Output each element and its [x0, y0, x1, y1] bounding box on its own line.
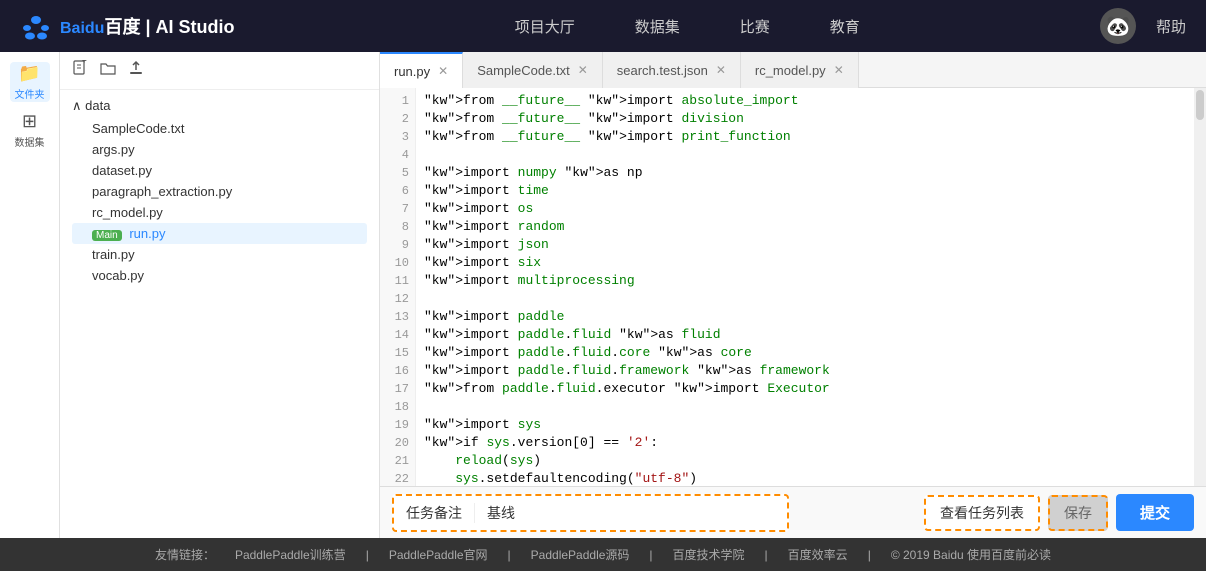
file-train[interactable]: train.py [72, 244, 367, 265]
tab-samplecode-close[interactable]: ✕ [578, 63, 588, 77]
svg-text:+: + [82, 60, 87, 65]
help-link[interactable]: 帮助 [1156, 16, 1186, 37]
header-right: 🐼 帮助 [1100, 8, 1186, 44]
tab-runpy-label: run.py [394, 64, 430, 79]
brand-name: Baidu [60, 20, 104, 37]
header: Baidu百度 | AI Studio 项目大厅 数据集 比赛 教育 🐼 帮助 [0, 0, 1206, 52]
file-rcmodel[interactable]: rc_model.py [72, 202, 367, 223]
file-panel: + ∧ data SampleCode.txt args.py dataset.… [60, 52, 380, 538]
nav-education[interactable]: 教育 [830, 16, 860, 37]
file-args[interactable]: args.py [72, 139, 367, 160]
code-editor[interactable]: 123456789101112131415161718192021222324 … [380, 88, 1206, 486]
tab-runpy-close[interactable]: ✕ [438, 64, 448, 78]
baidu-logo-icon [20, 10, 52, 42]
task-note-label: 任务备注 [394, 503, 475, 523]
file-vocab[interactable]: vocab.py [72, 265, 367, 286]
tab-rcmodel[interactable]: rc_model.py ✕ [741, 52, 859, 88]
nav-projects[interactable]: 项目大厅 [515, 16, 575, 37]
folder-icon: 📁 [18, 63, 40, 84]
file-paragraph[interactable]: paragraph_extraction.py [72, 181, 367, 202]
sidebar-dataset-label: 数据集 [15, 134, 45, 149]
footer-copyright: © 2019 Baidu 使用百度前必读 [891, 546, 1051, 563]
file-dataset[interactable]: dataset.py [72, 160, 367, 181]
file-toolbar: + [60, 52, 379, 90]
main-content: 📁 文件夹 ⊞ 数据集 + ∧ data SampleCode.txt args… [0, 52, 1206, 538]
footer-link-4[interactable]: 百度技术学院 [673, 546, 745, 563]
tab-rcmodel-close[interactable]: ✕ [834, 63, 844, 77]
tab-searchtest-close[interactable]: ✕ [716, 63, 726, 77]
editor-area: run.py ✕ SampleCode.txt ✕ search.test.js… [380, 52, 1206, 538]
scrollbar[interactable] [1194, 88, 1206, 486]
sidebar-item-files[interactable]: 📁 文件夹 [10, 62, 50, 102]
tab-samplecode-label: SampleCode.txt [477, 63, 570, 78]
footer: 友情链接： PaddlePaddle训练营 | PaddlePaddle官网 |… [0, 538, 1206, 571]
main-tag: Main [92, 230, 122, 241]
tab-bar: run.py ✕ SampleCode.txt ✕ search.test.js… [380, 52, 1206, 88]
baseline-label: 基线 [475, 503, 527, 523]
footer-link-1[interactable]: PaddlePaddle训练营 [235, 546, 346, 563]
nav-datasets[interactable]: 数据集 [635, 16, 680, 37]
tab-rcmodel-label: rc_model.py [755, 63, 826, 78]
folder-data[interactable]: ∧ data [72, 98, 367, 114]
runpy-name: run.py [129, 226, 165, 241]
tab-runpy[interactable]: run.py ✕ [380, 52, 463, 88]
file-samplecode[interactable]: SampleCode.txt [72, 118, 367, 139]
logo-text: Baidu百度 | AI Studio [60, 13, 234, 39]
tab-searchtest[interactable]: search.test.json ✕ [603, 52, 741, 88]
logo: Baidu百度 | AI Studio [20, 10, 234, 42]
line-numbers: 123456789101112131415161718192021222324 [380, 88, 416, 486]
baseline-input[interactable] [527, 505, 787, 521]
bottom-right-actions: 查看任务列表 保存 提交 [801, 494, 1194, 531]
save-button[interactable]: 保存 [1048, 495, 1108, 531]
footer-link-2[interactable]: PaddlePaddle官网 [389, 546, 488, 563]
scrollbar-thumb[interactable] [1196, 90, 1204, 120]
task-note-group: 任务备注 基线 [392, 494, 789, 532]
nav-competition[interactable]: 比赛 [740, 16, 770, 37]
footer-link-5[interactable]: 百度效率云 [788, 546, 848, 563]
tab-samplecode[interactable]: SampleCode.txt ✕ [463, 52, 603, 88]
new-folder-icon[interactable] [100, 60, 116, 81]
footer-link-3[interactable]: PaddlePaddle源码 [531, 546, 630, 563]
tab-searchtest-label: search.test.json [617, 63, 708, 78]
footer-prefix: 友情链接： [155, 546, 215, 563]
sidebar-item-dataset[interactable]: ⊞ 数据集 [10, 110, 50, 150]
upload-icon[interactable] [128, 60, 144, 81]
bottom-bar: 任务备注 基线 查看任务列表 保存 提交 [380, 486, 1206, 538]
file-tree: ∧ data SampleCode.txt args.py dataset.py… [60, 90, 379, 538]
sidebar-files-label: 文件夹 [15, 86, 45, 101]
avatar[interactable]: 🐼 [1100, 8, 1136, 44]
new-file-icon[interactable]: + [72, 60, 88, 81]
file-runpy[interactable]: Main run.py [72, 223, 367, 244]
sidebar: 📁 文件夹 ⊞ 数据集 [0, 52, 60, 538]
code-content[interactable]: "kw">from __future__ "kw">import absolut… [416, 88, 1194, 486]
submit-button[interactable]: 提交 [1116, 494, 1194, 531]
view-tasks-button[interactable]: 查看任务列表 [924, 495, 1040, 531]
main-nav: 项目大厅 数据集 比赛 教育 [274, 16, 1100, 37]
grid-icon: ⊞ [22, 111, 37, 132]
